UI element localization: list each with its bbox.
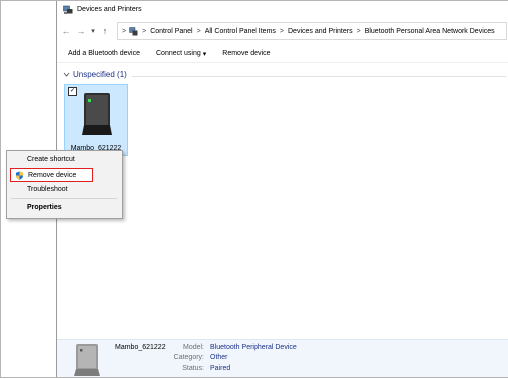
menu-item-remove-device-highlight[interactable]: Remove device xyxy=(10,168,93,182)
recent-locations-chevron-icon[interactable]: ▾ xyxy=(87,27,99,35)
menu-item-troubleshoot[interactable]: Troubleshoot xyxy=(27,186,68,193)
breadcrumb-bluetooth-pan[interactable]: Bluetooth Personal Area Network Devices xyxy=(365,28,495,35)
details-model-value: Bluetooth Peripheral Device xyxy=(210,344,297,351)
details-status-value: Paired xyxy=(210,365,231,372)
remove-device-button[interactable]: Remove device xyxy=(222,50,270,57)
add-bluetooth-device-button[interactable]: Add a Bluetooth device xyxy=(68,50,140,57)
menu-separator xyxy=(11,198,117,199)
menu-item-create-shortcut[interactable]: Create shortcut xyxy=(27,156,75,163)
details-status-label: Status: xyxy=(182,365,204,372)
crumb-separator: > xyxy=(196,27,201,35)
device-icon xyxy=(79,91,115,137)
breadcrumb-control-panel[interactable]: Control Panel xyxy=(150,28,192,35)
control-panel-icon xyxy=(129,26,138,36)
collapse-chevron-icon xyxy=(63,71,70,78)
address-bar[interactable]: > > Control Panel > All Control Panel It… xyxy=(117,22,507,40)
crumb-separator: > xyxy=(142,27,147,35)
crumb-separator: > xyxy=(279,27,284,35)
details-category-value: Other xyxy=(210,354,228,361)
address-crumb-arrow-icon: > xyxy=(122,27,127,35)
forward-arrow-icon[interactable]: → xyxy=(75,26,87,36)
details-model-label: Model: xyxy=(182,344,204,351)
chevron-down-icon[interactable]: ▾ xyxy=(203,50,207,58)
context-menu: Create shortcut Remove device Troublesho… xyxy=(6,150,123,219)
details-pane: Mambo_621222 Model: Bluetooth Peripheral… xyxy=(57,339,508,377)
back-arrow-icon[interactable]: ← xyxy=(60,26,72,36)
connect-using-button[interactable]: Connect using xyxy=(156,50,201,57)
menu-item-properties[interactable]: Properties xyxy=(27,204,62,211)
devices-printers-icon xyxy=(63,5,73,15)
title-bar: Devices and Printers xyxy=(57,1,508,18)
device-tile[interactable]: ✓ Mambo_621222 xyxy=(64,84,128,156)
breadcrumb-devices-printers[interactable]: Devices and Printers xyxy=(288,28,353,35)
group-divider xyxy=(132,76,506,77)
device-checkbox[interactable]: ✓ xyxy=(68,87,77,96)
group-header-unspecified[interactable]: Unspecified (1) xyxy=(63,70,127,79)
command-bar: Add a Bluetooth device Connect using ▾ R… xyxy=(57,45,508,63)
crumb-separator: > xyxy=(356,27,361,35)
details-category-label: Category: xyxy=(173,354,204,361)
group-title: Unspecified (1) xyxy=(73,70,127,79)
details-device-icon xyxy=(73,343,101,377)
up-arrow-icon[interactable]: ↑ xyxy=(99,26,111,36)
devices-and-printers-window: Devices and Printers ← → ▾ ↑ > > Control… xyxy=(56,1,508,377)
uac-shield-icon xyxy=(15,171,24,180)
window-title: Devices and Printers xyxy=(77,6,142,13)
menu-item-remove-device[interactable]: Remove device xyxy=(28,172,76,179)
breadcrumb-all-items[interactable]: All Control Panel Items xyxy=(205,28,276,35)
